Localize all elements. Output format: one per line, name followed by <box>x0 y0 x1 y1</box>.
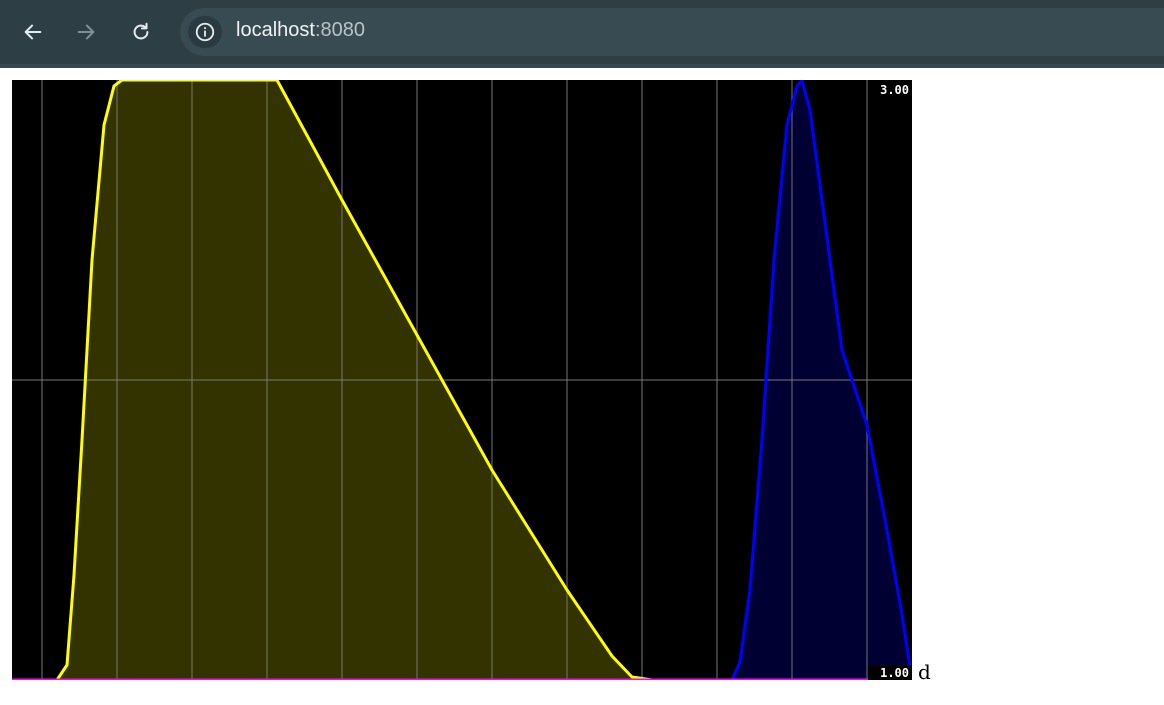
site-info-button[interactable] <box>188 16 222 48</box>
y-tick-label: 3.00 <box>880 83 909 97</box>
reload-button[interactable] <box>125 16 157 48</box>
url-text[interactable]: localhost:8080 <box>236 19 365 42</box>
reload-icon <box>133 22 149 40</box>
area-chart: 3.00 1.00 <box>12 80 912 680</box>
back-arrow-icon <box>24 24 42 40</box>
forward-button[interactable] <box>70 16 102 48</box>
trailing-text: d <box>918 660 931 684</box>
back-button[interactable] <box>17 16 49 48</box>
toolbar-border <box>0 64 1164 68</box>
browser-toolbar: localhost:8080 <box>0 0 1164 64</box>
forward-arrow-icon <box>77 24 95 40</box>
info-icon <box>195 22 215 42</box>
url-port: :8080 <box>314 19 365 41</box>
y-tick-label: 1.00 <box>880 666 909 680</box>
url-host: localhost <box>236 19 315 41</box>
